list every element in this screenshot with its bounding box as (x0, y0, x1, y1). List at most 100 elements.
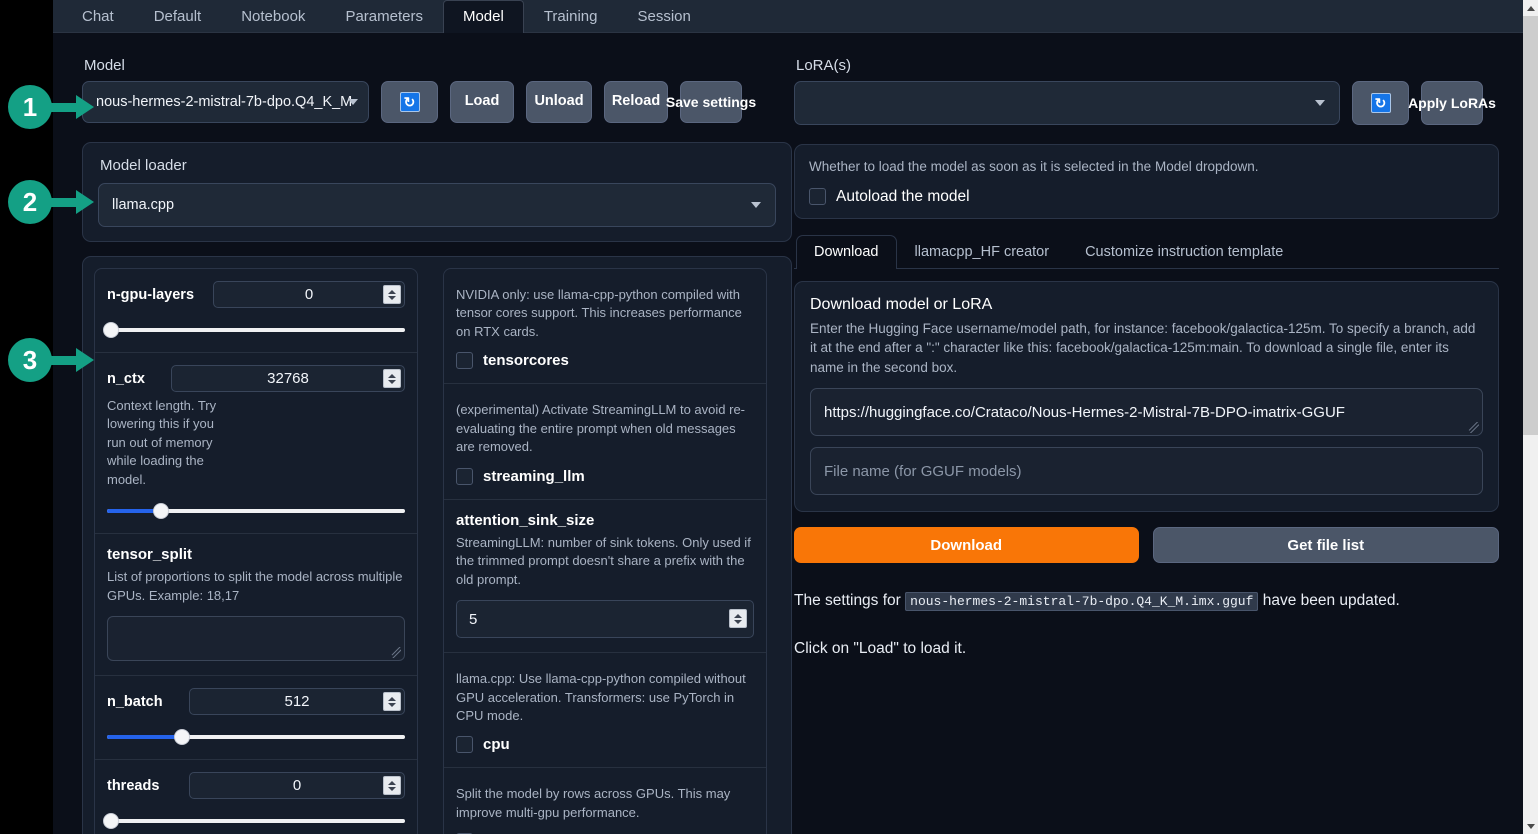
model-loader-label: Model loader (100, 157, 187, 174)
stepper-icon[interactable] (383, 692, 401, 712)
param-row-split: Split the model by rows across GPUs. Thi… (444, 768, 766, 834)
model-label: Model (84, 57, 125, 74)
file-name-placeholder: File name (for GGUF models) (824, 462, 1022, 480)
get-file-list-button[interactable]: Get file list (1152, 527, 1499, 564)
threads-input[interactable]: 0 (189, 772, 405, 800)
page-body: Model nous-hermes-2-mistral-7b-dpo.Q4_K_… (53, 33, 1523, 834)
tensorcores-checkbox-row[interactable]: tensorcores (456, 352, 754, 370)
left-column: Model nous-hermes-2-mistral-7b-dpo.Q4_K_… (82, 33, 792, 834)
main-tab-bar: Chat Default Notebook Parameters Model T… (53, 0, 1523, 33)
model-loader-dropdown[interactable]: llama.cpp (98, 183, 776, 227)
tensor-split-textarea[interactable] (107, 616, 405, 662)
cpu-checkbox-row[interactable]: cpu (456, 736, 754, 754)
checkbox-icon[interactable] (809, 188, 826, 206)
download-actions-row: Download Get file list (794, 527, 1499, 564)
attention-sink-size-label: attention_sink_size (456, 511, 595, 529)
unload-button[interactable]: Unload (526, 81, 592, 123)
autoload-checkbox-row[interactable]: Autoload the model (809, 188, 1484, 206)
stepper-icon[interactable] (383, 285, 401, 304)
slider-thumb[interactable] (103, 813, 119, 830)
download-card-title: Download model or LoRA (810, 295, 993, 313)
n-ctx-value: 32768 (267, 370, 309, 387)
slider-thumb[interactable] (173, 729, 190, 746)
app-window: Chat Default Notebook Parameters Model T… (53, 0, 1523, 834)
attention-sink-size-description: StreamingLLM: number of sink tokens. Onl… (456, 534, 751, 587)
tab-default[interactable]: Default (134, 0, 222, 32)
download-tab-bar: Download llamacpp_HF creator Customize i… (794, 234, 1499, 269)
tab-training[interactable]: Training (524, 0, 618, 32)
n-ctx-input[interactable]: 32768 (171, 365, 405, 392)
autoload-panel: Whether to load the model as soon as it … (794, 144, 1499, 219)
n-gpu-layers-value: 0 (304, 286, 314, 303)
resize-grip-icon[interactable] (390, 647, 401, 658)
refresh-icon: ↻ (1370, 93, 1391, 113)
checkbox-icon[interactable] (456, 352, 473, 370)
n-gpu-layers-input[interactable]: 0 (213, 281, 405, 308)
refresh-lora-list-button[interactable]: ↻ (1352, 81, 1409, 125)
download-button[interactable]: Download (794, 527, 1139, 564)
scroll-down-icon[interactable] (1523, 818, 1538, 834)
attention-sink-size-input[interactable]: 5 (456, 600, 754, 639)
model-controls-row: nous-hermes-2-mistral-7b-dpo.Q4_K_M ↻ Lo… (82, 81, 792, 123)
stepper-icon[interactable] (383, 369, 401, 388)
checkbox-icon[interactable] (456, 736, 473, 754)
tab-notebook[interactable]: Notebook (221, 0, 325, 32)
page-scrollbar[interactable] (1523, 0, 1538, 834)
tab-session[interactable]: Session (617, 0, 710, 32)
scrollbar-thumb[interactable] (1523, 16, 1538, 435)
refresh-model-list-button[interactable]: ↻ (381, 81, 438, 123)
checkbox-icon[interactable] (456, 467, 473, 485)
param-n-gpu-layers: n-gpu-layers 0 (95, 269, 417, 353)
param-label: n_ctx (107, 370, 145, 387)
stepper-icon[interactable] (729, 609, 747, 629)
file-name-input[interactable]: File name (for GGUF models) (810, 447, 1483, 496)
autoload-label: Autoload the model (836, 187, 970, 205)
n-ctx-slider[interactable] (107, 503, 405, 520)
stepper-icon[interactable] (383, 776, 401, 796)
streaming-llm-label: streaming_llm (483, 467, 585, 485)
chevron-down-icon (751, 202, 761, 208)
subtab-customize-instruction-template[interactable]: Customize instruction template (1067, 235, 1301, 268)
refresh-icon: ↻ (399, 92, 420, 112)
model-loader-panel: Model loader llama.cpp (82, 142, 792, 242)
threads-slider[interactable] (103, 813, 405, 830)
resize-grip-icon[interactable] (1468, 422, 1479, 433)
apply-loras-button[interactable]: Apply LoRAs (1408, 81, 1496, 125)
tensor-split-label: tensor_split (107, 546, 193, 564)
param-n-ctx: n_ctx 32768 Context length. Try lowering… (95, 353, 417, 535)
n-gpu-layers-slider[interactable] (103, 322, 405, 338)
cpu-description: llama.cpp: Use llama-cpp-python compiled… (456, 671, 746, 723)
param-label: threads (107, 777, 160, 794)
annotation-gutter (0, 0, 53, 834)
subtab-llamacpp-hf-creator[interactable]: llamacpp_HF creator (897, 235, 1068, 268)
load-button[interactable]: Load (450, 81, 514, 123)
tab-model[interactable]: Model (442, 0, 524, 33)
param-tensor-split: tensor_split List of proportions to spli… (95, 534, 417, 677)
streaming-llm-description: (experimental) Activate StreamingLLM to … (456, 402, 746, 455)
param-streaming-llm: (experimental) Activate StreamingLLM to … (444, 384, 766, 500)
slider-thumb[interactable] (152, 503, 169, 520)
row-split-description: Split the model by rows across GPUs. Thi… (456, 786, 731, 820)
slider-thumb[interactable] (103, 322, 119, 338)
chevron-down-icon (1315, 100, 1325, 106)
save-settings-button[interactable]: Save settings (666, 81, 756, 123)
status-prefix: The settings for (794, 592, 906, 610)
param-attention-sink-size: attention_sink_size StreamingLLM: number… (444, 500, 766, 654)
tab-parameters[interactable]: Parameters (325, 0, 443, 32)
param-label: n-gpu-layers (107, 286, 195, 303)
streaming-llm-checkbox-row[interactable]: streaming_llm (456, 467, 754, 485)
repo-path-input[interactable]: https://huggingface.co/Crataco/Nous-Herm… (810, 388, 1483, 437)
lora-dropdown[interactable] (794, 81, 1340, 125)
n-batch-input[interactable]: 512 (189, 688, 405, 716)
n-batch-slider[interactable] (107, 729, 405, 746)
download-card: Download model or LoRA Enter the Hugging… (794, 280, 1499, 513)
subtab-download[interactable]: Download (796, 234, 897, 269)
threads-value: 0 (292, 777, 302, 795)
model-dropdown[interactable]: nous-hermes-2-mistral-7b-dpo.Q4_K_M (82, 81, 369, 123)
parameters-column-left: n-gpu-layers 0 n_ctx 32768 Context lengt… (94, 268, 418, 834)
status-message: The settings for nous-hermes-2-mistral-7… (794, 589, 1499, 660)
param-tensorcores: NVIDIA only: use llama-cpp-python compil… (444, 269, 766, 385)
scroll-up-icon[interactable] (1523, 0, 1538, 16)
tab-chat[interactable]: Chat (62, 0, 134, 32)
reload-button[interactable]: Reload (604, 81, 668, 123)
